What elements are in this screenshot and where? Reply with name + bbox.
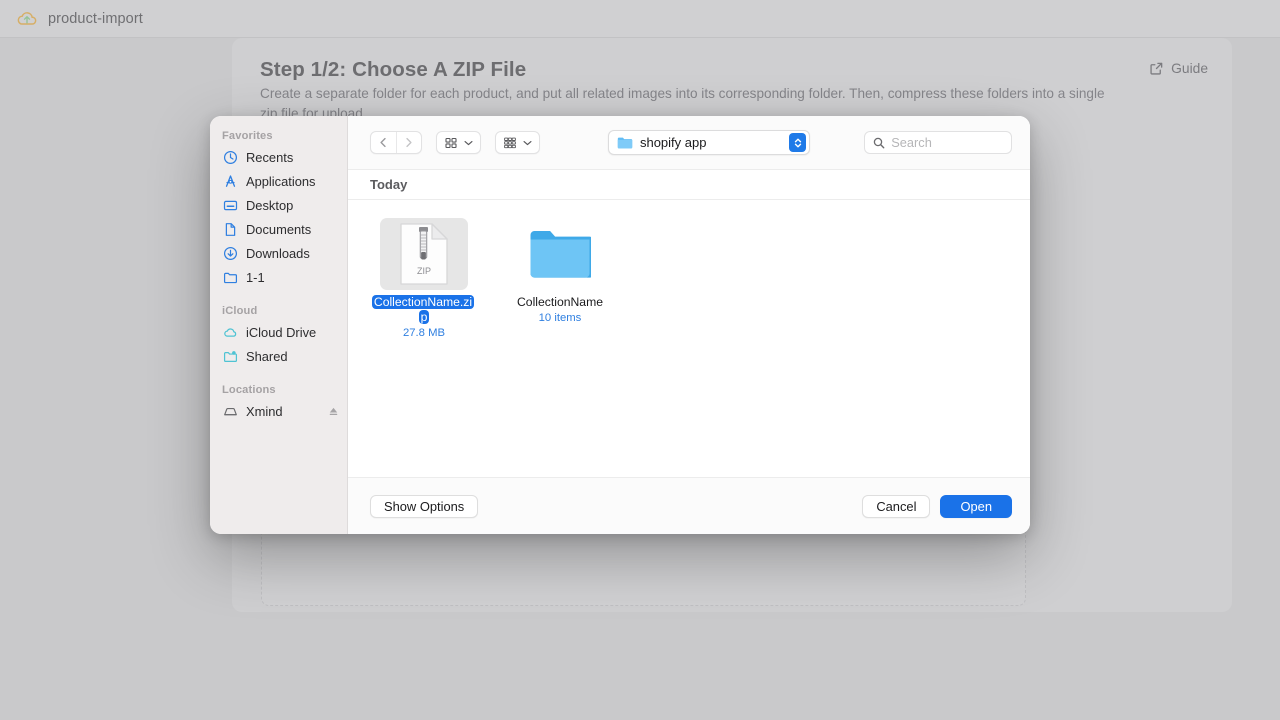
file-thumbnail[interactable]: [516, 218, 604, 290]
search-icon: [874, 137, 885, 148]
folder-icon: [530, 231, 591, 278]
folder-icon: [617, 137, 633, 148]
download-icon: [223, 246, 238, 260]
disk-icon: [224, 407, 237, 415]
file-size: 27.8 MB: [402, 327, 446, 339]
back-button[interactable]: [371, 132, 396, 153]
clock-icon: [223, 150, 238, 164]
sidebar-item-recents[interactable]: Recents: [210, 145, 347, 169]
sidebar-item-label: Recents: [246, 149, 294, 165]
sidebar-group-title: iCloud: [222, 305, 258, 317]
path-popup-button[interactable]: shopify app: [607, 130, 811, 155]
up-down-chevrons-icon: [794, 138, 801, 147]
file-item-folder[interactable]: CollectionName 10 items: [506, 218, 614, 324]
applications-icon: [225, 174, 236, 187]
sidebar-item-desktop[interactable]: Desktop: [210, 193, 347, 217]
cloud-upload-icon: [17, 11, 37, 25]
cloud-icon: [224, 327, 237, 337]
sidebar-item-xmind[interactable]: Xmind: [210, 399, 347, 423]
search-field[interactable]: [864, 131, 1012, 154]
sidebar-group-icloud: iCloud iCloud Drive Shared: [210, 305, 347, 368]
open-button[interactable]: Open: [940, 494, 1012, 518]
sidebar-group-favorites: Favorites Recents Applications Desktop D…: [210, 130, 347, 289]
file-thumbnail[interactable]: ZIP: [380, 218, 468, 290]
chevron-down-icon: [464, 140, 473, 145]
sidebar-group-title: Favorites: [222, 130, 273, 142]
grid-view-icon: [445, 137, 457, 148]
file-name: CollectionName: [516, 295, 604, 309]
sidebar-item-icloud-drive[interactable]: iCloud Drive: [210, 320, 347, 344]
file-grid[interactable]: ZIP CollectionName.zip 27.8 MB Collectio…: [348, 200, 1030, 477]
chevron-down-icon: [523, 140, 532, 145]
sidebar-item-label: Downloads: [246, 245, 310, 261]
desktop-icon: [223, 200, 238, 210]
guide-label: Guide: [1171, 61, 1208, 76]
file-name: CollectionName.zip: [370, 295, 478, 325]
sidebar-group-title: Locations: [222, 384, 276, 396]
folder-icon: [223, 272, 238, 283]
group-view-icon: [504, 137, 516, 148]
app-title: product-import: [48, 10, 143, 27]
sidebar-item-shared[interactable]: Shared: [210, 344, 347, 368]
sidebar-item-label: 1-1: [246, 269, 265, 285]
shared-folder-icon: [223, 350, 238, 362]
zip-file-icon: ZIP: [400, 223, 448, 285]
page-title: Step 1/2: Choose A ZIP File: [260, 58, 527, 81]
search-input[interactable]: [891, 135, 1003, 150]
sidebar-item-applications[interactable]: Applications: [210, 169, 347, 193]
sidebar-group-locations: Locations Xmind: [210, 384, 347, 423]
dialog-toolbar: shopify app: [348, 116, 1030, 169]
view-mode-menu[interactable]: [435, 131, 481, 154]
sidebar-item-1-1[interactable]: 1-1: [210, 265, 347, 289]
sidebar-item-label: Shared: [246, 348, 288, 364]
dialog-sidebar: Favorites Recents Applications Desktop D…: [210, 116, 348, 534]
forward-button[interactable]: [395, 132, 421, 153]
chevron-right-icon: [406, 137, 413, 148]
app-titlebar: product-import: [0, 0, 1280, 38]
sidebar-item-label: Documents: [246, 221, 312, 237]
sidebar-item-downloads[interactable]: Downloads: [210, 241, 347, 265]
eject-icon[interactable]: [328, 406, 339, 417]
zip-badge-text: ZIP: [417, 266, 431, 276]
file-item-count: 10 items: [538, 312, 582, 324]
sidebar-item-label: iCloud Drive: [246, 324, 317, 340]
document-icon: [225, 222, 236, 236]
sidebar-item-label: Xmind: [246, 403, 283, 419]
file-name-text: CollectionName.zip: [371, 295, 475, 324]
guide-link[interactable]: Guide: [1149, 61, 1208, 76]
file-item-zip[interactable]: ZIP CollectionName.zip 27.8 MB: [370, 218, 478, 339]
dialog-main-pane: shopify app Today: [348, 116, 1030, 534]
external-link-icon: [1150, 62, 1163, 75]
path-label: shopify app: [639, 135, 707, 150]
show-options-button[interactable]: Show Options: [370, 494, 479, 518]
dialog-footer: Show Options Cancel Open: [348, 477, 1030, 534]
path-stepper-button[interactable]: [789, 133, 807, 152]
group-by-menu[interactable]: [494, 131, 540, 154]
sidebar-item-documents[interactable]: Documents: [210, 217, 347, 241]
navigation-segmented-control: [370, 131, 422, 154]
sidebar-item-label: Applications: [246, 173, 316, 189]
cancel-button[interactable]: Cancel: [862, 494, 931, 518]
group-header: Today: [348, 169, 1030, 200]
sidebar-item-label: Desktop: [246, 197, 294, 213]
chevron-left-icon: [380, 137, 386, 148]
open-file-dialog: Favorites Recents Applications Desktop D…: [210, 116, 1030, 534]
